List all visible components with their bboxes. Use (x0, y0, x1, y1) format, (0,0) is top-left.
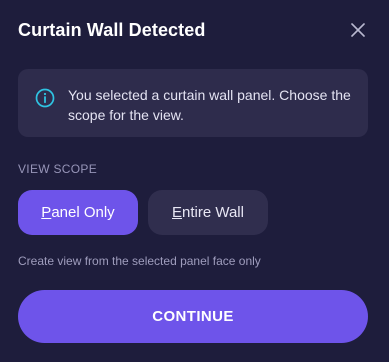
panel-only-mnemonic: P (41, 204, 52, 221)
info-banner: You selected a curtain wall panel. Choos… (18, 69, 368, 137)
curtain-wall-dialog: Curtain Wall Detected You selected a cur… (0, 0, 389, 362)
panel-only-label: anel Only (51, 204, 115, 221)
info-icon (35, 88, 55, 108)
entire-wall-mnemonic: E (172, 204, 183, 221)
entire-wall-label: ntire Wall (182, 204, 244, 221)
info-message: You selected a curtain wall panel. Choos… (68, 87, 351, 123)
panel-only-button[interactable]: Panel Only (18, 190, 138, 235)
continue-button[interactable]: CONTINUE (18, 290, 368, 343)
scope-hint: Create view from the selected panel face… (18, 254, 261, 268)
close-icon[interactable] (351, 23, 365, 37)
dialog-title: Curtain Wall Detected (18, 20, 206, 40)
entire-wall-button[interactable]: Entire Wall (148, 190, 268, 235)
view-scope-label: VIEW SCOPE (18, 162, 98, 176)
